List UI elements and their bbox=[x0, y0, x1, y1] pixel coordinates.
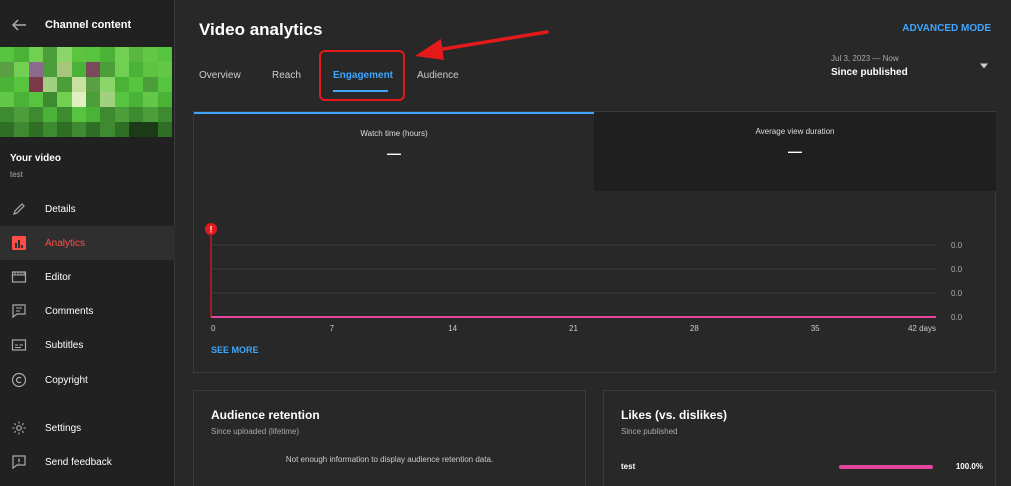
audience-retention-card: Audience retention Since uploaded (lifet… bbox=[193, 390, 586, 486]
y-tick-label: 0.0 bbox=[951, 313, 963, 322]
gear-icon bbox=[12, 421, 26, 435]
engagement-chart-card: Watch time (hours) — Average view durati… bbox=[193, 111, 996, 373]
x-tick-label: 42 days bbox=[908, 324, 936, 333]
subtitles-icon bbox=[11, 339, 27, 351]
metric-value: — bbox=[788, 143, 802, 159]
sidebar-item-comments[interactable]: Comments bbox=[0, 294, 175, 328]
pencil-icon bbox=[13, 203, 25, 215]
sidebar-item-analytics[interactable]: Analytics bbox=[0, 226, 175, 260]
copyright-icon bbox=[11, 372, 27, 388]
see-more-link[interactable]: SEE MORE bbox=[211, 345, 259, 355]
sidebar-item-settings[interactable]: Settings bbox=[0, 411, 175, 445]
sidebar-item-label: Details bbox=[45, 204, 76, 215]
likes-percent: 100.0% bbox=[955, 462, 983, 471]
x-tick-label: 0 bbox=[211, 324, 216, 333]
card-subtitle: Since uploaded (lifetime) bbox=[211, 427, 300, 436]
sidebar-item-details[interactable]: Details bbox=[0, 192, 175, 226]
advanced-mode-button[interactable]: ADVANCED MODE bbox=[902, 23, 991, 34]
analytics-icon bbox=[12, 236, 26, 250]
sidebar-item-copyright[interactable]: Copyright bbox=[0, 363, 175, 397]
sidebar-item-label: Settings bbox=[45, 423, 82, 434]
metric-label: Watch time (hours) bbox=[360, 129, 428, 138]
x-tick-label: 14 bbox=[448, 324, 457, 333]
metric-label: Average view duration bbox=[755, 127, 835, 136]
likes-video-label: test bbox=[621, 462, 636, 471]
card-subtitle: Since published bbox=[621, 427, 678, 436]
card-title: Likes (vs. dislikes) bbox=[621, 408, 728, 422]
sidebar-item-editor[interactable]: Editor bbox=[0, 260, 175, 294]
likes-bar bbox=[839, 465, 933, 469]
main-content: Video analytics ADVANCED MODE Overview R… bbox=[176, 0, 1011, 486]
sidebar-item-label: Analytics bbox=[45, 238, 86, 249]
x-tick-label: 28 bbox=[690, 324, 699, 333]
sidebar: Channel content Your video test Details … bbox=[0, 0, 175, 486]
date-range: Jul 3, 2023 — Now bbox=[831, 54, 899, 63]
app-window: Channel content Your video test Details … bbox=[0, 0, 1011, 486]
engagement-line-chart: 0.0 0.0 0.0 0.0 0 7 14 21 28 35 42 days! bbox=[205, 223, 963, 333]
date-range-selector[interactable]: Since published bbox=[831, 67, 908, 78]
sidebar-item-label: Comments bbox=[45, 306, 94, 317]
empty-state-message: Not enough information to display audien… bbox=[285, 455, 494, 464]
y-tick-label: 0.0 bbox=[951, 289, 963, 298]
sidebar-item-send-feedback[interactable]: Send feedback bbox=[0, 445, 175, 479]
sidebar-item-label: Editor bbox=[45, 272, 72, 283]
tab-audience[interactable]: Audience bbox=[417, 70, 459, 81]
sidebar-item-label: Copyright bbox=[45, 375, 88, 386]
comment-icon bbox=[12, 304, 26, 319]
film-icon bbox=[11, 271, 27, 283]
annotation-arrow-icon bbox=[415, 30, 549, 60]
metric-card-watch-time[interactable]: Watch time (hours) — bbox=[194, 112, 594, 191]
error-marker-glyph: ! bbox=[210, 225, 213, 235]
sidebar-item-subtitles[interactable]: Subtitles bbox=[0, 328, 175, 362]
feedback-icon bbox=[12, 455, 26, 470]
card-title: Audience retention bbox=[211, 408, 320, 422]
metric-value: — bbox=[387, 145, 401, 161]
sidebar-header: Channel content bbox=[0, 0, 175, 48]
video-name: test bbox=[10, 170, 23, 179]
sidebar-item-label: Send feedback bbox=[45, 457, 112, 468]
tab-reach[interactable]: Reach bbox=[272, 70, 301, 81]
likes-card: Likes (vs. dislikes) Since published tes… bbox=[603, 390, 996, 486]
x-tick-label: 35 bbox=[811, 324, 820, 333]
metric-card-avg-view-duration[interactable]: Average view duration — bbox=[594, 112, 996, 191]
y-tick-label: 0.0 bbox=[951, 241, 963, 250]
page-title: Video analytics bbox=[199, 20, 323, 39]
y-tick-label: 0.0 bbox=[951, 265, 963, 274]
annotation-highlight-box bbox=[319, 50, 405, 101]
your-video-heading: Your video bbox=[10, 153, 61, 164]
back-arrow-icon[interactable] bbox=[10, 16, 28, 34]
likes-bar-fill bbox=[839, 465, 933, 469]
channel-content-title: Channel content bbox=[45, 19, 132, 31]
x-tick-label: 7 bbox=[330, 324, 335, 333]
video-thumbnail[interactable] bbox=[0, 47, 172, 137]
x-tick-label: 21 bbox=[569, 324, 578, 333]
caret-down-icon[interactable] bbox=[979, 62, 989, 70]
sidebar-item-label: Subtitles bbox=[45, 340, 84, 351]
tab-overview[interactable]: Overview bbox=[199, 70, 241, 81]
